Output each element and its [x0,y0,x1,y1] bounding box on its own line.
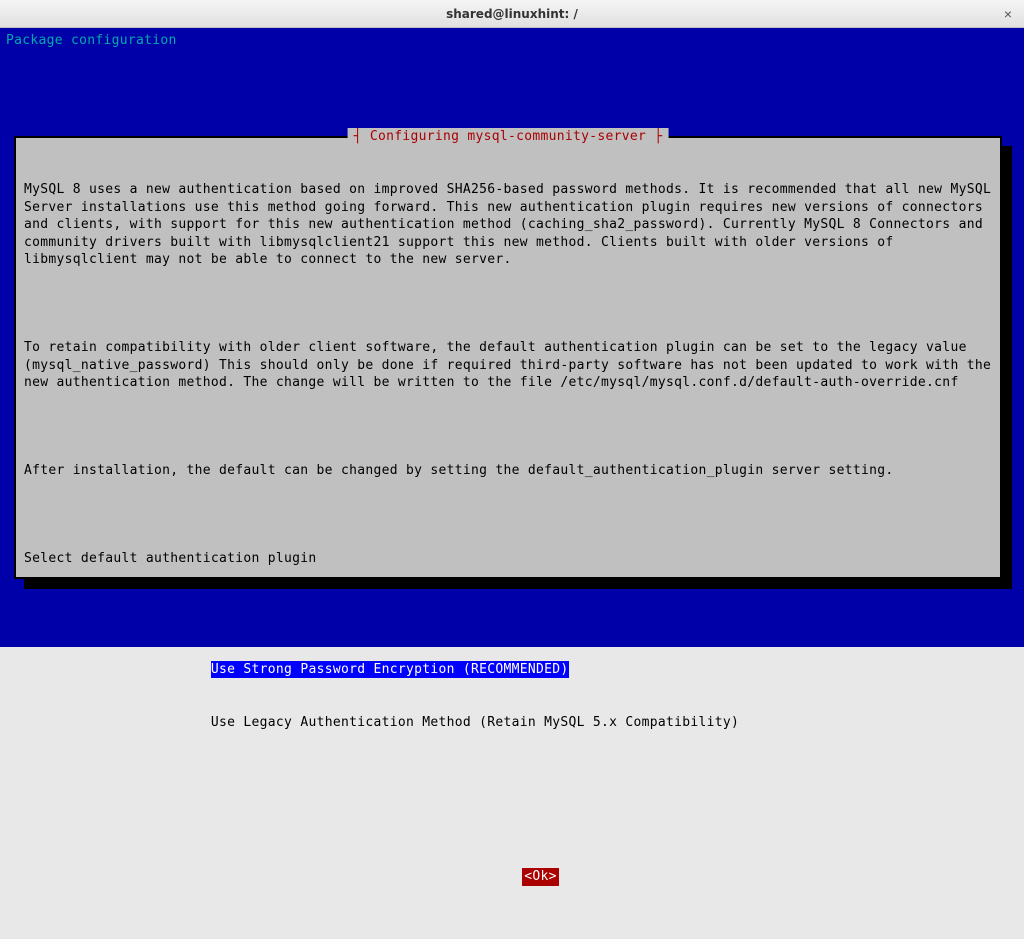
close-icon[interactable]: × [1000,6,1016,22]
option-strong-password-label: Use Strong Password Encryption (RECOMMEN… [211,661,569,679]
window-title: shared@linuxhint: / [446,7,578,21]
option-indent [24,661,211,679]
dialog-prompt: Select default authentication plugin [24,550,992,568]
option-legacy-auth-label: Use Legacy Authentication Method (Retain… [211,715,739,730]
dialog-title: ┤ Configuring mysql-community-server ├ [348,128,669,146]
option-strong-password[interactable]: Use Strong Password Encryption (RECOMMEN… [24,661,992,679]
dialog-paragraph-2: To retain compatibility with older clien… [24,339,992,392]
terminal-area: Package configuration ┤ Configuring mysq… [0,28,1024,647]
dialog-body: MySQL 8 uses a new authentication based … [24,146,992,939]
window-titlebar: shared@linuxhint: / × [0,0,1024,28]
option-indent [24,714,211,732]
dialog-paragraph-3: After installation, the default can be c… [24,462,992,480]
config-dialog: ┤ Configuring mysql-community-server ├ M… [14,136,1002,579]
ok-button-row: <Ok> [24,851,992,904]
ok-button[interactable]: <Ok> [522,868,559,886]
option-legacy-auth[interactable]: Use Legacy Authentication Method (Retain… [24,714,992,732]
dialog-paragraph-1: MySQL 8 uses a new authentication based … [24,181,992,269]
package-config-header: Package configuration [6,32,1018,50]
